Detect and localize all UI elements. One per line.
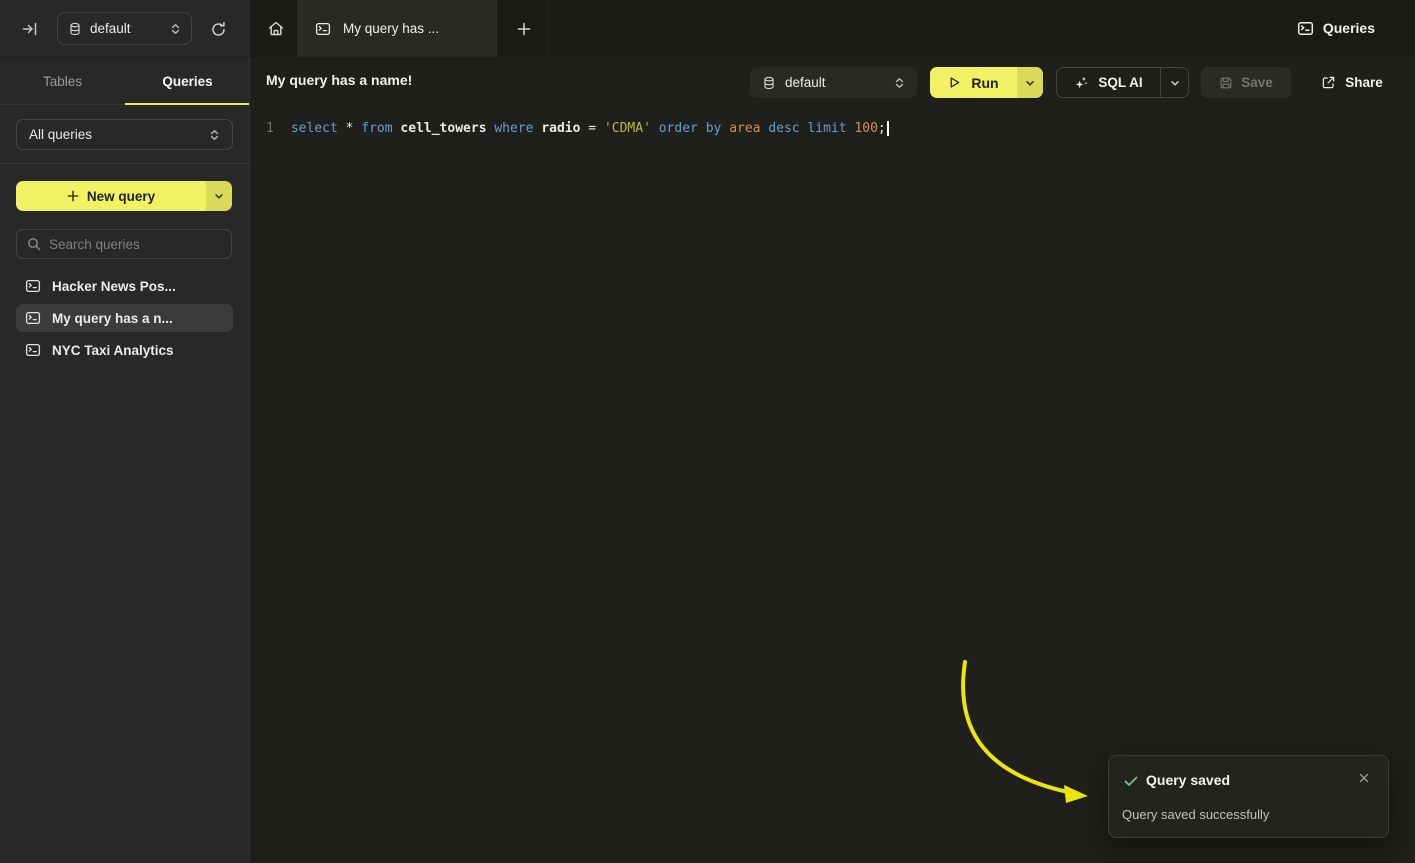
refresh-button[interactable]: [205, 16, 231, 42]
database-select-top[interactable]: default: [57, 12, 192, 45]
query-title: My query has a name!: [266, 72, 412, 88]
refresh-icon: [210, 21, 227, 38]
play-icon: [948, 76, 961, 89]
sidebar-collapse-icon: [21, 20, 39, 38]
terminal-icon: [1297, 20, 1314, 37]
terminal-icon: [25, 342, 41, 358]
query-tab-label: My query has ...: [343, 21, 439, 36]
database-select-value: default: [785, 75, 826, 90]
top-bar-left: default: [0, 0, 250, 57]
queries-filter-value: All queries: [29, 127, 92, 142]
share-label: Share: [1345, 75, 1383, 90]
active-tab-underline: [125, 103, 249, 105]
line-number: 1: [266, 121, 274, 136]
database-icon: [762, 76, 776, 90]
terminal-icon: [25, 278, 41, 294]
share-icon: [1321, 75, 1336, 90]
database-select-value: default: [90, 21, 131, 36]
toast-message: Query saved successfully: [1122, 807, 1269, 822]
query-item-label: My query has a n...: [52, 311, 173, 326]
chevron-down-icon: [1170, 78, 1180, 88]
search-icon: [27, 237, 41, 251]
queries-panel-toggle[interactable]: Queries: [1297, 14, 1375, 42]
search-queries-box: [16, 229, 232, 259]
sidebar-divider: [0, 163, 250, 164]
code-line-1[interactable]: 1 select * from cell_towers where radio …: [266, 118, 889, 138]
run-button[interactable]: Run: [930, 67, 1043, 98]
new-query-main[interactable]: New query: [16, 181, 206, 211]
search-queries-input[interactable]: [49, 237, 221, 252]
sql-code: select * from cell_towers where radio = …: [291, 121, 889, 136]
terminal-icon: [315, 21, 331, 37]
run-label: Run: [971, 75, 998, 91]
database-select-toolbar[interactable]: default: [750, 67, 917, 98]
home-icon: [267, 20, 285, 38]
sql-ai-main[interactable]: SQL AI: [1057, 75, 1160, 90]
new-query-dropdown[interactable]: [206, 181, 232, 211]
query-list-item-selected[interactable]: My query has a n...: [16, 304, 233, 332]
toast-title: Query saved: [1146, 772, 1230, 788]
select-updown-icon: [209, 129, 220, 141]
main-panel: My query has a name! default: [251, 58, 1415, 863]
collapse-sidebar-button[interactable]: [18, 17, 42, 41]
sparkles-icon: [1074, 75, 1089, 90]
chevron-down-icon: [1025, 78, 1035, 88]
tab-strip: My query has ... Queries: [250, 0, 1415, 57]
select-updown-icon: [894, 77, 905, 89]
sql-ai-button[interactable]: SQL AI: [1056, 67, 1189, 98]
tab-tables[interactable]: Tables: [0, 58, 125, 104]
sql-ai-label: SQL AI: [1098, 75, 1142, 90]
home-button[interactable]: [262, 15, 290, 43]
sidebar: Tables Queries All queries New query: [0, 58, 250, 863]
chevron-down-icon: [214, 191, 224, 201]
run-main[interactable]: Run: [930, 67, 1017, 98]
query-tab[interactable]: My query has ...: [297, 0, 497, 57]
check-icon: [1123, 773, 1139, 789]
top-bar: default: [0, 0, 1415, 57]
sql-editor[interactable]: 1 select * from cell_towers where radio …: [251, 106, 1415, 863]
query-list-item[interactable]: NYC Taxi Analytics: [16, 336, 233, 364]
database-icon: [68, 22, 82, 36]
new-tab-button[interactable]: [510, 15, 538, 43]
select-updown-icon: [170, 23, 181, 35]
new-query-label: New query: [87, 189, 155, 204]
tab-queries[interactable]: Queries: [125, 58, 250, 104]
sql-ai-dropdown[interactable]: [1161, 78, 1188, 88]
tab-strip-divider: [547, 0, 548, 57]
query-list-item[interactable]: Hacker News Pos...: [16, 272, 233, 300]
queries-panel-label: Queries: [1323, 20, 1375, 36]
sidebar-tabs: Tables Queries: [0, 58, 250, 105]
query-item-label: NYC Taxi Analytics: [52, 343, 174, 358]
new-query-button[interactable]: New query: [16, 181, 232, 211]
query-item-label: Hacker News Pos...: [52, 279, 176, 294]
run-dropdown[interactable]: [1017, 67, 1043, 98]
terminal-icon: [25, 310, 41, 326]
close-icon[interactable]: [1358, 772, 1372, 786]
plus-icon: [67, 190, 79, 202]
plus-icon: [517, 22, 531, 36]
toast-query-saved: Query saved Query saved successfully: [1108, 755, 1389, 838]
text-caret: [887, 121, 889, 136]
query-list: Hacker News Pos... My query has a n...: [16, 272, 233, 364]
save-button[interactable]: Save: [1201, 67, 1291, 98]
save-icon: [1219, 76, 1233, 90]
queries-filter-select[interactable]: All queries: [16, 119, 233, 150]
app-window: default: [0, 0, 1415, 863]
share-button[interactable]: Share: [1303, 67, 1401, 98]
save-label: Save: [1241, 75, 1273, 90]
